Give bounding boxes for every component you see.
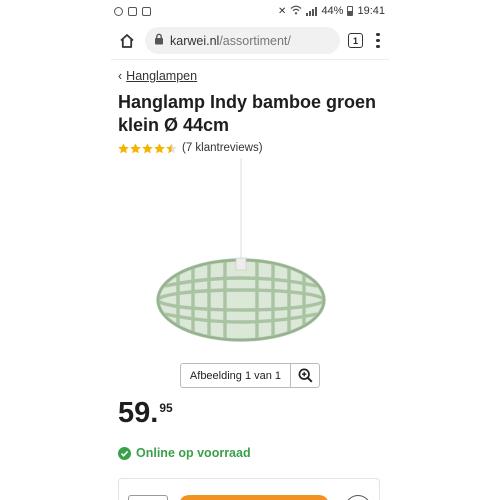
notification-icons — [114, 6, 151, 16]
purchase-card — [118, 478, 380, 500]
lock-icon — [154, 33, 164, 48]
star-icon — [118, 142, 129, 153]
wifi-icon — [290, 5, 302, 18]
breadcrumb: ‹ Hanglampen — [118, 69, 389, 83]
clipboard-icon — [142, 6, 151, 16]
mute-icon: ✕ — [278, 5, 287, 17]
star-icon — [142, 142, 153, 153]
tab-count: 1 — [352, 35, 358, 46]
product-price: 59 . 95 — [118, 396, 173, 430]
right-margin — [389, 0, 500, 500]
status-bar: ✕ 44% 19:41 — [111, 0, 389, 22]
address-bar[interactable]: karwei.nl/assortiment/ — [145, 27, 340, 54]
url-path: /assortiment/ — [219, 33, 291, 48]
price-whole: 59 — [118, 397, 151, 429]
image-counter-label: Afbeelding 1 van 1 — [181, 364, 291, 387]
star-icon — [130, 142, 141, 153]
notification-icon — [114, 6, 123, 16]
star-icon — [166, 142, 177, 153]
check-circle-icon — [118, 446, 131, 460]
star-icon — [154, 142, 165, 153]
left-margin — [0, 0, 111, 500]
stock-label: Online op voorraad — [136, 446, 251, 460]
quantity-input[interactable] — [128, 495, 168, 500]
browser-toolbar: karwei.nl/assortiment/ 1 — [111, 22, 389, 60]
chevron-left-icon: ‹ — [118, 69, 123, 83]
page-content: ‹ Hanglampen Hanglamp Indy bamboe groen … — [111, 60, 389, 354]
breadcrumb-link[interactable]: Hanglampen — [126, 69, 197, 83]
signal-icon — [306, 6, 318, 16]
system-icons: ✕ 44% 19:41 — [278, 5, 385, 18]
price-cents: 95 — [159, 401, 173, 415]
pendant-lamp-image — [156, 158, 326, 342]
product-image[interactable] — [118, 158, 389, 354]
battery-percent: 44% — [321, 5, 344, 17]
url-host: karwei.nl — [170, 33, 220, 48]
tabs-icon[interactable]: 1 — [348, 33, 363, 48]
image-counter: Afbeelding 1 van 1 — [180, 363, 320, 388]
favorite-button[interactable] — [345, 495, 371, 500]
add-to-cart-button[interactable] — [179, 495, 329, 500]
more-vert-icon[interactable] — [371, 33, 385, 48]
instagram-icon — [128, 6, 137, 16]
star-rating — [118, 142, 177, 154]
clock: 19:41 — [357, 5, 385, 17]
stock-status: Online op voorraad — [118, 446, 251, 460]
home-icon[interactable] — [117, 31, 137, 51]
product-title: Hanglamp Indy bamboe groen klein Ø 44cm — [118, 92, 377, 135]
zoom-in-icon[interactable] — [291, 368, 319, 383]
phone-screen: ✕ 44% 19:41 karwei.nl/assortiment/ 1 ‹ H… — [111, 0, 389, 500]
price-separator: . — [150, 397, 159, 429]
reviews-link[interactable]: (7 klantreviews) — [182, 142, 263, 154]
product-rating[interactable]: (7 klantreviews) — [118, 142, 389, 154]
battery-icon — [347, 6, 354, 16]
